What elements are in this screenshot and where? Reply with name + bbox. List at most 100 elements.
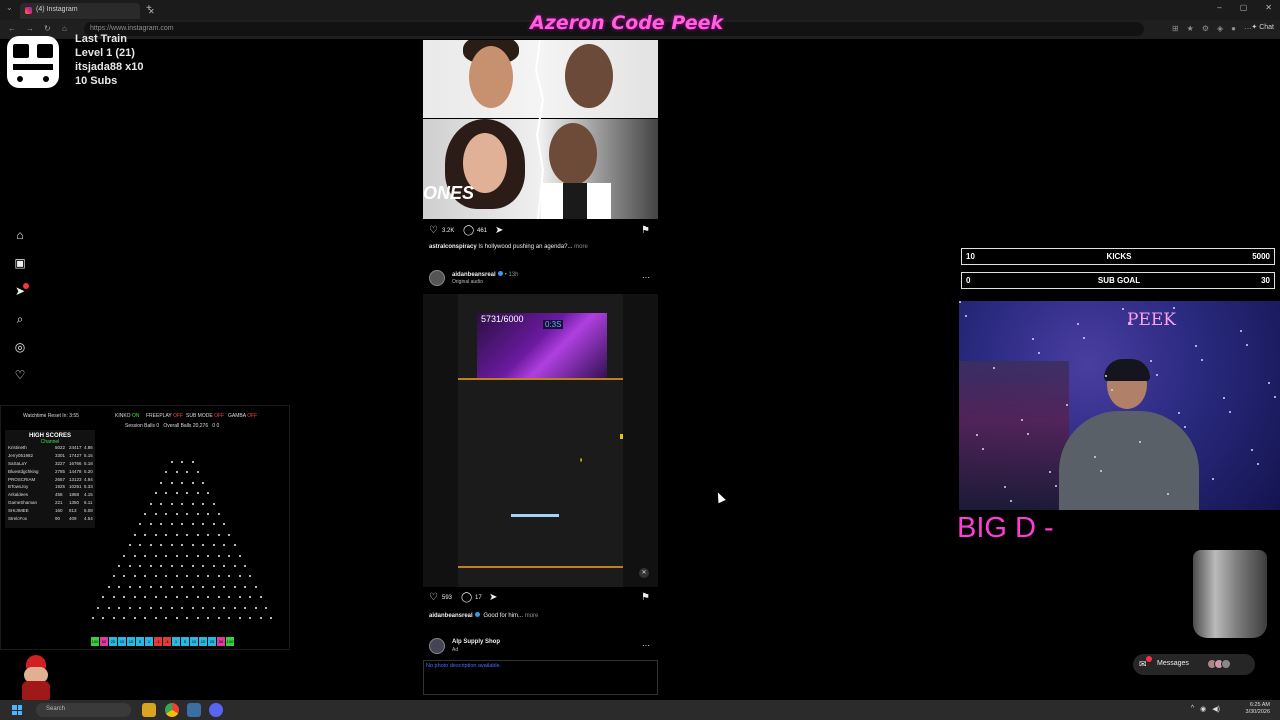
plinko-peg bbox=[223, 585, 225, 588]
instagram-feed[interactable]: ONES ♡ 3.2K ◯ 461 ➤ ⚑ astralconspiracy I… bbox=[423, 40, 658, 695]
star-decoration bbox=[965, 315, 967, 317]
home-icon[interactable]: ⌂ bbox=[13, 228, 27, 242]
mascot-image bbox=[14, 655, 58, 705]
video-ball bbox=[620, 434, 623, 439]
messages-button[interactable]: ✉ Messages bbox=[1133, 654, 1255, 675]
comment-icon[interactable]: ◯ bbox=[463, 225, 474, 237]
like-icon[interactable]: ♡ bbox=[429, 225, 438, 237]
tab-list-icon[interactable]: ⌄ bbox=[6, 3, 13, 12]
bookmark-icon[interactable]: ⚑ bbox=[641, 225, 650, 237]
extension-icon[interactable]: ⚙ bbox=[1202, 24, 1209, 33]
file-explorer-icon[interactable] bbox=[142, 703, 156, 717]
chrome-icon[interactable] bbox=[165, 703, 179, 717]
plinko-peg bbox=[233, 544, 236, 547]
star-decoration bbox=[1156, 374, 1158, 376]
video-frame: 5731/6000 0:3S ▮ bbox=[458, 294, 623, 587]
plinko-peg bbox=[238, 617, 241, 619]
plinko-peg bbox=[133, 533, 136, 536]
train-icon bbox=[7, 36, 59, 88]
volume-icon[interactable]: ◀) bbox=[1212, 705, 1220, 713]
plinko-peg bbox=[217, 513, 220, 515]
score-b: 14478 bbox=[69, 468, 82, 474]
comment-icon[interactable]: ◯ bbox=[461, 592, 472, 604]
plinko-peg bbox=[154, 617, 157, 619]
caption-username[interactable]: aidanbeansreal bbox=[429, 613, 473, 619]
post1-comment-count: 461 bbox=[477, 228, 488, 234]
plinko-peg bbox=[139, 606, 141, 609]
plinko-peg bbox=[160, 606, 162, 609]
score-ratio: 5.15 bbox=[84, 452, 93, 458]
plinko-peg bbox=[170, 461, 173, 463]
share-icon[interactable]: ➤ bbox=[495, 225, 503, 237]
video-bottom-line bbox=[458, 566, 623, 568]
new-tab-icon[interactable]: + bbox=[146, 3, 152, 14]
post2-audio[interactable]: Original audio bbox=[452, 279, 483, 285]
post2-username[interactable]: aidanbeansreal bbox=[452, 272, 496, 278]
maximize-icon[interactable]: ▢ bbox=[1240, 3, 1248, 12]
network-icon[interactable]: ◉ bbox=[1200, 705, 1206, 713]
window-close-icon[interactable]: ✕ bbox=[1265, 3, 1272, 12]
score-a: 2785 bbox=[55, 468, 66, 474]
tab-instagram[interactable]: (4) Instagram ✕ bbox=[20, 3, 155, 19]
app-icon[interactable] bbox=[187, 703, 201, 717]
more-link[interactable]: more bbox=[574, 244, 588, 250]
star-decoration bbox=[993, 367, 995, 369]
minimize-icon[interactable]: – bbox=[1217, 3, 1221, 12]
taskbar-clock[interactable]: 6:25 AM 3/30/2026 bbox=[1246, 702, 1270, 716]
windows-start-icon[interactable] bbox=[12, 705, 22, 715]
taskbar-search[interactable]: Search bbox=[36, 703, 131, 717]
high-score-row: Kristineth 5022 24417 4.86 bbox=[5, 445, 95, 453]
post3-image[interactable]: No photo description available. bbox=[423, 660, 658, 695]
plinko-peg bbox=[259, 617, 262, 619]
flag-freeplay: FREEPLAY OFF bbox=[146, 413, 184, 419]
plinko-peg bbox=[228, 596, 231, 599]
plinko-peg bbox=[196, 513, 199, 515]
plinko-peg bbox=[165, 617, 168, 619]
train-level: Level 1 (21) bbox=[75, 47, 135, 59]
post2-video[interactable]: 5731/6000 0:3S ▮ ✕ bbox=[423, 294, 658, 587]
plinko-peg bbox=[144, 513, 147, 515]
plinko-peg bbox=[244, 565, 246, 567]
subgoal-label: SUB GOAL bbox=[1097, 276, 1141, 285]
plinko-peg bbox=[196, 533, 199, 536]
plinko-peg bbox=[118, 606, 120, 609]
star-icon[interactable]: ★ bbox=[1187, 24, 1194, 33]
plinko-peg bbox=[212, 544, 215, 547]
caption-text: Is hollywood pushing an agenda?... bbox=[478, 244, 573, 250]
post3-username[interactable]: Alp Supply Shop bbox=[452, 639, 500, 645]
apps-icon[interactable]: ⊞ bbox=[1172, 24, 1179, 33]
plinko-peg bbox=[123, 554, 126, 557]
share-icon[interactable]: ➤ bbox=[489, 592, 497, 604]
caption-username[interactable]: astralconspiracy bbox=[429, 244, 477, 250]
plinko-peg bbox=[181, 585, 183, 588]
more-options-icon[interactable]: ⋯ bbox=[642, 273, 650, 282]
plinko-peg bbox=[196, 554, 199, 557]
plinko-peg bbox=[102, 617, 105, 619]
plinko-peg bbox=[207, 554, 210, 557]
chat-button[interactable]: ✦ Chat bbox=[1251, 23, 1274, 31]
score-b: 1868 bbox=[69, 492, 80, 498]
star-decoration bbox=[976, 434, 978, 436]
mute-icon[interactable]: ✕ bbox=[639, 568, 649, 578]
more-options-icon[interactable]: ⋯ bbox=[642, 641, 650, 650]
train-subs: 10 Subs bbox=[75, 75, 118, 87]
plinko-slot: -1 bbox=[154, 637, 162, 646]
plinko-peg bbox=[133, 596, 136, 599]
discord-icon[interactable] bbox=[209, 703, 223, 717]
search-icon[interactable]: ⌕ bbox=[13, 312, 27, 326]
explore-icon[interactable]: ◎ bbox=[13, 340, 27, 354]
plinko-peg bbox=[170, 565, 173, 567]
bookmark-icon[interactable]: ⚑ bbox=[641, 592, 650, 604]
chevron-up-icon[interactable]: ^ bbox=[1191, 705, 1194, 713]
heart-icon[interactable]: ♡ bbox=[13, 368, 27, 382]
profile-icon[interactable]: ● bbox=[1231, 24, 1236, 33]
avatar[interactable] bbox=[429, 270, 445, 286]
post2-caption: aidanbeansreal Good for him... more bbox=[429, 612, 538, 619]
score-name: Kristineth bbox=[8, 445, 27, 450]
shield-icon[interactable]: ◈ bbox=[1217, 24, 1223, 33]
plinko-peg bbox=[181, 544, 183, 547]
reels-icon[interactable]: ▣ bbox=[13, 256, 27, 270]
like-icon[interactable]: ♡ bbox=[429, 592, 438, 604]
more-link[interactable]: more bbox=[525, 613, 539, 619]
avatar[interactable] bbox=[429, 638, 445, 654]
